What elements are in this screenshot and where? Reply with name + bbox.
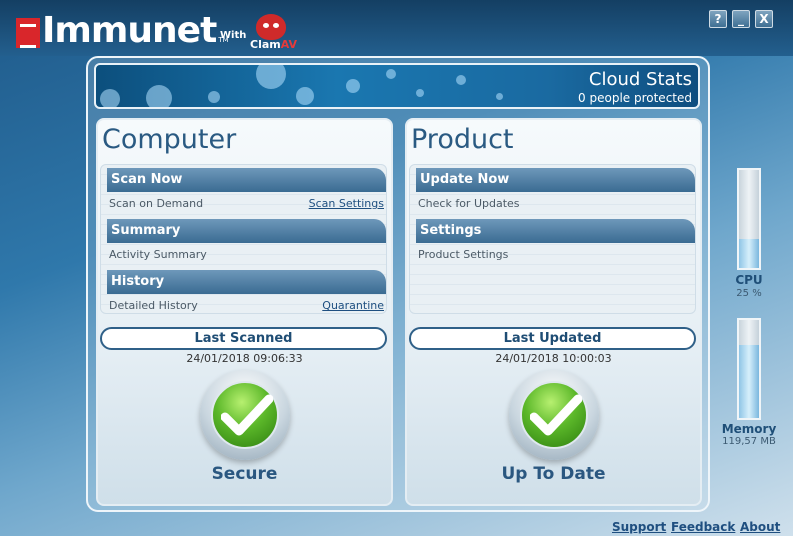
clamav-logo: ClamAV — [250, 12, 298, 52]
memory-value: 119,57 MB — [722, 436, 776, 447]
title-bar: Immunet TM With ClamAV ? _ X — [0, 0, 793, 56]
cloud-stats-banner: Cloud Stats 0 people protected — [94, 63, 700, 109]
close-button[interactable]: X — [755, 10, 773, 28]
clamav-logo-text: ClamAV — [250, 38, 298, 51]
logo-text: Immunet — [42, 10, 217, 51]
memory-label: Memory — [721, 422, 777, 436]
scan-now-desc: Scan on Demand — [109, 197, 204, 210]
help-button[interactable]: ? — [709, 10, 727, 28]
computer-panel-title: Computer — [102, 124, 237, 155]
minimize-button[interactable]: _ — [732, 10, 750, 28]
memory-meter — [737, 318, 761, 420]
summary-button[interactable]: Summary — [107, 219, 386, 243]
last-updated-label: Last Updated — [409, 327, 696, 350]
up-to-date-status-text: Up To Date — [501, 464, 606, 484]
decorative-dot — [296, 87, 314, 105]
computer-panel: Computer Scan Now Scan on Demand Scan Se… — [96, 118, 393, 506]
history-item[interactable]: History Detailed History Quarantine — [107, 270, 386, 321]
cpu-label: CPU — [735, 273, 763, 287]
cpu-meter — [737, 168, 761, 270]
memory-meter-fill — [739, 344, 759, 418]
decorative-dot — [346, 79, 360, 93]
decorative-dot — [146, 85, 172, 107]
computer-action-list: Scan Now Scan on Demand Scan Settings Su… — [100, 164, 387, 314]
decorative-dot — [416, 89, 424, 97]
product-action-list: Update Now Check for Updates Settings Pr… — [409, 164, 696, 314]
secure-status-text: Secure — [211, 464, 278, 484]
quarantine-link[interactable]: Quarantine — [322, 299, 384, 312]
with-text: With — [220, 30, 247, 41]
decorative-dot — [386, 69, 396, 79]
product-panel-title: Product — [411, 124, 514, 155]
check-icon — [520, 381, 588, 449]
last-scanned-label: Last Scanned — [100, 327, 387, 350]
immunet-logo: Immunet TM — [16, 10, 229, 51]
history-desc: Detailed History — [109, 299, 198, 312]
settings-button[interactable]: Settings — [416, 219, 695, 243]
support-link[interactable]: Support — [612, 520, 666, 534]
update-now-desc: Check for Updates — [418, 197, 520, 210]
settings-item[interactable]: Settings Product Settings — [416, 219, 695, 270]
last-updated-timestamp: 24/01/2018 10:00:03 — [495, 352, 612, 365]
settings-desc: Product Settings — [418, 248, 509, 261]
scan-now-item[interactable]: Scan Now Scan on Demand Scan Settings — [107, 168, 386, 219]
last-scanned-timestamp: 24/01/2018 09:06:33 — [186, 352, 303, 365]
decorative-dot — [208, 91, 220, 103]
immunet-logo-mark-icon — [16, 18, 40, 48]
feedback-link[interactable]: Feedback — [671, 520, 735, 534]
history-button[interactable]: History — [107, 270, 386, 294]
check-icon — [211, 381, 279, 449]
product-panel: Product Update Now Check for Updates Set… — [405, 118, 702, 506]
up-to-date-status-badge — [509, 370, 599, 460]
clamav-devil-icon — [256, 14, 286, 40]
summary-desc: Activity Summary — [109, 248, 207, 261]
cpu-meter-fill — [739, 238, 759, 268]
update-now-item[interactable]: Update Now Check for Updates — [416, 168, 695, 219]
cloud-stats-count: 0 people protected — [578, 91, 692, 105]
cpu-value: 25 % — [736, 288, 762, 299]
scan-settings-link[interactable]: Scan Settings — [309, 197, 384, 210]
decorative-dot — [496, 93, 503, 100]
decorative-dot — [456, 75, 466, 85]
summary-item[interactable]: Summary Activity Summary — [107, 219, 386, 270]
secure-status-badge — [200, 370, 290, 460]
decorative-dot — [256, 65, 286, 89]
about-link[interactable]: About — [740, 520, 780, 534]
update-now-button[interactable]: Update Now — [416, 168, 695, 192]
cloud-stats-title: Cloud Stats — [588, 69, 692, 90]
scan-now-button[interactable]: Scan Now — [107, 168, 386, 192]
decorative-dot — [100, 89, 120, 107]
